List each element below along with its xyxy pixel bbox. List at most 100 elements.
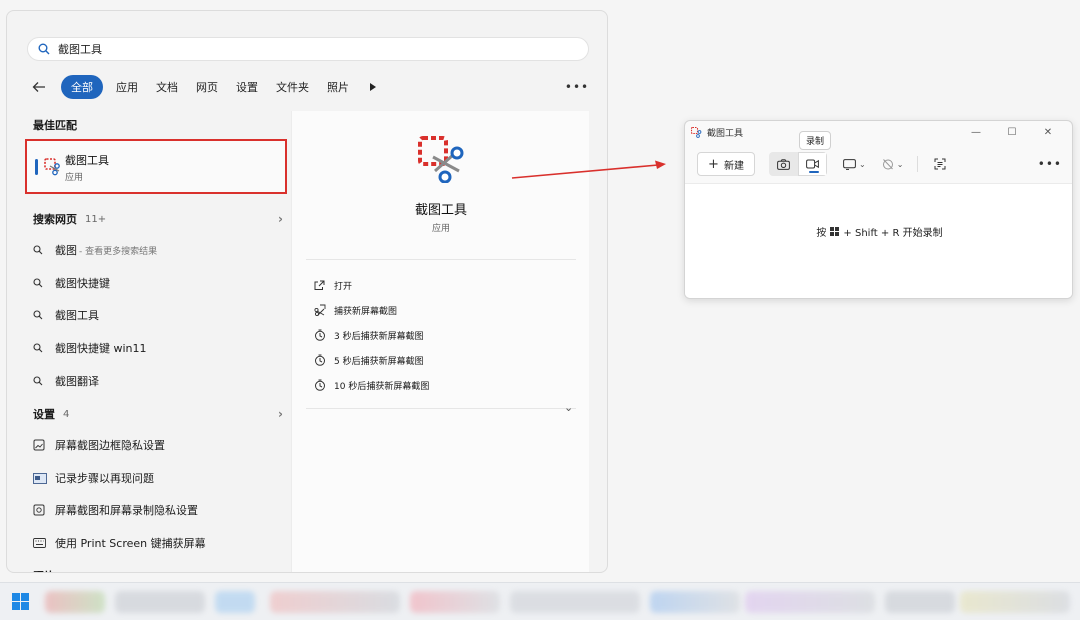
plus-icon: +: [708, 156, 719, 172]
settings-item[interactable]: 记录步骤以再现问题: [33, 467, 283, 489]
settings-item-text: 屏幕截图边框隐私设置: [55, 439, 165, 452]
action-label: 10 秒后捕获新屏幕截图: [334, 381, 430, 392]
hint-prefix: 按: [816, 228, 827, 239]
minimize-button[interactable]: —: [958, 123, 994, 141]
start-button[interactable]: [12, 593, 29, 610]
delay-dropdown[interactable]: ⌄: [882, 152, 903, 176]
search-icon: [33, 343, 43, 353]
chevron-right-icon: ›: [278, 212, 283, 226]
search-icon: [38, 43, 50, 55]
action-new-snip[interactable]: 捕获新屏幕截图: [314, 299, 574, 321]
more-filters-button[interactable]: [362, 75, 384, 99]
taskbar: [0, 582, 1080, 620]
taskbar-apps-blurred: [215, 591, 255, 613]
filter-bar: 全部 应用 文档 网页 设置 文件夹 照片 •••: [27, 75, 589, 99]
web-result-item[interactable]: 截图工具: [33, 304, 283, 326]
app-name: 截图工具: [414, 203, 467, 218]
taskbar-apps-blurred: [115, 591, 205, 613]
record-shortcut-hint: 按 + Shift + R 开始录制: [685, 224, 1072, 239]
taskbar-apps-blurred: [270, 591, 400, 613]
snip-canvas: 按 + Shift + R 开始录制: [685, 183, 1072, 298]
selection-indicator: [35, 159, 38, 175]
settings-item[interactable]: 屏幕截图和屏幕录制隐私设置: [33, 499, 283, 521]
action-snip-3s[interactable]: 3 秒后捕获新屏幕截图: [314, 324, 574, 346]
search-input[interactable]: 截图工具: [58, 41, 102, 57]
no-delay-icon: [882, 159, 893, 170]
web-result-item[interactable]: 截图快捷键 win11: [33, 337, 283, 359]
snipping-tool-window: 截图工具 — ☐ ✕ 录制 + 新建 ⌄ ⌄ ••• 按 + Shift + R…: [684, 120, 1073, 299]
best-match-name: 截图工具: [65, 154, 109, 167]
settings-item-text: 屏幕截图和屏幕录制隐私设置: [55, 504, 198, 517]
screenshot-mode-button[interactable]: [769, 152, 798, 176]
web-result-item[interactable]: 截图 - 查看更多搜索结果: [33, 239, 283, 261]
web-search-header[interactable]: 搜索网页 11+ ›: [33, 211, 283, 227]
snipping-tool-icon: [44, 158, 60, 176]
divider: [917, 156, 919, 172]
settings-item[interactable]: 使用 Print Screen 键捕获屏幕: [33, 532, 283, 554]
snipping-tool-icon: [418, 136, 464, 183]
filter-documents[interactable]: 文档: [147, 75, 187, 99]
snip-shape-dropdown[interactable]: ⌄: [843, 152, 866, 176]
action-label: 打开: [334, 281, 353, 292]
maximize-icon: ☐: [1007, 126, 1017, 138]
window-title: 截图工具: [707, 128, 744, 139]
hint-suffix: + Shift + R 开始录制: [843, 228, 943, 239]
web-result-text: 截图快捷键 win11: [55, 342, 147, 355]
keyboard-icon: [33, 538, 46, 548]
window-controls: — ☐ ✕: [958, 123, 1066, 141]
filter-photos[interactable]: 照片: [318, 75, 358, 99]
filter-web[interactable]: 网页: [187, 75, 227, 99]
chevron-down-icon[interactable]: ⌄: [564, 401, 573, 414]
best-match-item[interactable]: 截图工具 应用: [25, 139, 287, 194]
maximize-button[interactable]: ☐: [994, 123, 1030, 141]
search-box[interactable]: 截图工具: [27, 37, 589, 61]
video-camera-icon: [806, 159, 819, 169]
search-icon: [33, 278, 43, 288]
photos-title: 照片: [33, 568, 55, 572]
web-result-text: 截图翻译: [55, 375, 99, 388]
taskbar-apps-blurred: [650, 591, 740, 613]
settings-item[interactable]: 屏幕截图边框隐私设置: [33, 434, 283, 456]
text-actions-button[interactable]: [934, 152, 946, 176]
filter-folders[interactable]: 文件夹: [267, 75, 318, 99]
action-label: 捕获新屏幕截图: [334, 306, 398, 317]
action-snip-5s[interactable]: 5 秒后捕获新屏幕截图: [314, 349, 574, 371]
taskbar-apps-blurred: [885, 591, 955, 613]
filter-all[interactable]: 全部: [61, 75, 103, 99]
search-icon: [33, 310, 43, 320]
windows-key-icon: [830, 227, 840, 236]
action-snip-10s[interactable]: 10 秒后捕获新屏幕截图: [314, 374, 574, 396]
web-result-item[interactable]: 截图翻译: [33, 370, 283, 392]
web-result-item[interactable]: 截图快捷键: [33, 272, 283, 294]
divider: [306, 259, 576, 260]
web-result-text: 截图: [55, 244, 77, 257]
settings-item-text: 使用 Print Screen 键捕获屏幕: [55, 537, 206, 550]
settings-item-text: 记录步骤以再现问题: [55, 472, 154, 485]
chevron-down-icon: ⌄: [859, 159, 866, 169]
screenshot-border-icon: [33, 439, 45, 451]
snip-icon: [314, 304, 326, 316]
minimize-icon: —: [971, 126, 981, 138]
action-label: 5 秒后捕获新屏幕截图: [334, 356, 424, 367]
filter-apps[interactable]: 应用: [107, 75, 147, 99]
settings-header[interactable]: 设置 4 ›: [33, 406, 283, 422]
web-search-count: 11+: [85, 213, 107, 225]
action-open[interactable]: 打开: [314, 274, 574, 296]
close-button[interactable]: ✕: [1030, 123, 1066, 141]
back-button[interactable]: [27, 75, 51, 99]
filter-settings[interactable]: 设置: [227, 75, 267, 99]
rectangle-icon: [843, 158, 856, 170]
photos-header[interactable]: 照片 7+ ›: [33, 568, 283, 572]
text-scan-icon: [934, 158, 946, 170]
web-result-hint: - 查看更多搜索结果: [79, 246, 158, 257]
web-result-text: 截图工具: [55, 309, 99, 322]
play-icon: [370, 83, 376, 91]
taskbar-apps-blurred: [510, 591, 640, 613]
more-options-button[interactable]: •••: [565, 75, 589, 99]
steps-recorder-icon: [33, 472, 47, 484]
settings-count: 4: [63, 408, 70, 420]
new-button[interactable]: + 新建: [697, 152, 755, 176]
see-more-button[interactable]: •••: [1038, 157, 1062, 171]
record-mode-button[interactable]: [798, 152, 827, 176]
timer-icon: [315, 354, 325, 366]
